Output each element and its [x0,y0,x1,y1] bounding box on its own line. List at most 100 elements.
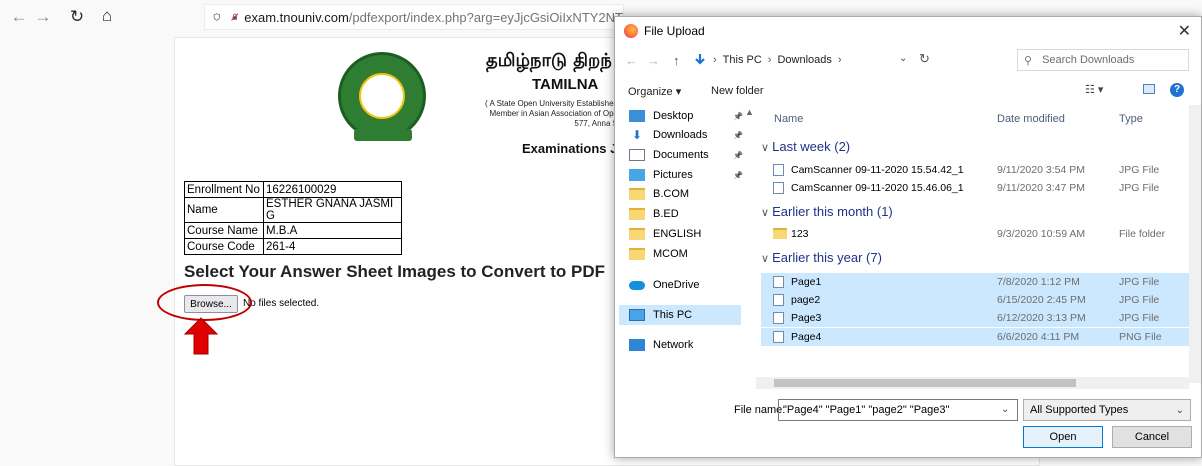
file-group-label: Earlier this month (1) [772,204,893,219]
file-date: 9/11/2020 3:54 PM [997,164,1085,176]
nav-item-label: OneDrive [653,279,700,291]
nav-item-downloads[interactable]: ⬇ Downloads 📌 [619,125,743,145]
desktop-icon [629,110,645,122]
chevron-down-icon[interactable]: ⌄ [1001,404,1009,415]
nav-item-network[interactable]: Network [619,335,741,355]
info-row: Name ESTHER GNANA JASMI G [184,197,402,223]
file-group-header[interactable]: ∨ Last week (2) [761,139,850,154]
column-header-name[interactable]: Name [774,113,803,125]
up-icon[interactable]: ↑ [673,53,680,68]
nav-item-label: MCOM [653,248,688,260]
back-icon[interactable]: ← [8,6,30,28]
info-value: 16226100029 [263,181,402,198]
organize-button[interactable]: Organize ▾ [628,85,681,98]
nav-item-label: Desktop [653,110,694,122]
onedrive-icon [629,280,645,290]
reload-icon[interactable]: ↻ [66,6,88,28]
refresh-icon[interactable]: ↻ [919,51,930,67]
university-name-english: TAMILNA [532,76,599,93]
home-icon[interactable]: ⌂ [96,5,118,27]
file-row[interactable]: Page4 6/6/2020 4:11 PM PNG File [761,328,1191,346]
chevron-down-icon: ∨ [761,207,773,219]
vertical-scrollbar[interactable] [1189,105,1201,383]
file-name: CamScanner 09-11-2020 15.54.42_1 [791,164,964,176]
image-file-icon [773,276,784,288]
file-row[interactable]: CamScanner 09-11-2020 15.46.06_1 9/11/202… [761,179,1191,197]
file-date: 7/8/2020 1:12 PM [997,276,1080,288]
image-file-icon [773,294,784,306]
nav-item-onedrive[interactable]: OneDrive [619,275,741,295]
university-subtitle: ( A State Open University Established Me… [440,99,618,129]
url-path: /pdfexport/index.php?arg=eyJjcGsiOiIxNTY… [348,9,623,25]
nav-item-desktop[interactable]: Desktop 📌 [619,106,743,126]
open-button[interactable]: Open [1023,426,1103,448]
info-value: ESTHER GNANA JASMI G [263,197,402,223]
file-type-value: All Supported Types [1030,404,1129,416]
column-header-type[interactable]: Type [1119,113,1143,125]
close-icon[interactable]: ✕ [1178,21,1191,41]
horizontal-scrollbar[interactable] [756,377,1189,389]
file-group-label: Last week (2) [772,139,851,154]
chevron-down-icon[interactable]: ⌄ [899,53,907,64]
new-folder-button[interactable]: New folder [711,85,764,97]
file-row[interactable]: CamScanner 09-11-2020 15.54.42_1 9/11/202… [761,161,1191,179]
file-row[interactable]: Page1 7/8/2020 1:12 PM JPG File [761,273,1191,291]
exam-title: Examinations J [522,141,618,156]
nav-item-mcom[interactable]: MCOM [619,244,741,264]
university-name-tamil: தமிழ்நாடு திறந் [486,50,612,71]
nav-item-b-com[interactable]: B.COM [619,184,741,204]
file-row[interactable]: page2 6/15/2020 2:45 PM JPG File [761,291,1191,309]
back-icon[interactable]: ← [625,53,638,68]
view-options-icon[interactable]: ☷ ▾ [1085,83,1103,96]
file-name: 123 [791,228,809,240]
file-type: JPG File [1119,164,1160,176]
scroll-up-icon[interactable]: ▲ [745,107,754,117]
preview-pane-icon[interactable] [1143,84,1155,94]
file-type: PNG File [1119,331,1162,343]
pin-icon: 📌 [733,170,743,180]
url-bar[interactable]: exam.tnouniv.com/pdfexport/index.php?arg… [204,4,624,30]
folder-icon [629,188,645,200]
image-file-icon [773,331,784,343]
info-key: Course Code [184,238,264,255]
nav-item-pictures[interactable]: Pictures 📌 [619,165,743,185]
file-name-input[interactable]: "Page4" "Page1" "page2" "Page3" [778,399,1018,421]
help-icon[interactable]: ? [1170,83,1184,97]
file-group-label: Earlier this year (7) [772,250,882,265]
info-key: Enrollment No [184,181,264,198]
nav-item-label: ENGLISH [653,228,702,240]
file-name: page2 [791,294,821,306]
nav-item-this-pc[interactable]: This PC [619,305,741,325]
nav-item-documents[interactable]: Documents 📌 [619,145,743,165]
breadcrumb-this-pc[interactable]: This PC [723,54,762,66]
file-type-select[interactable]: All Supported Types ⌄ [1023,399,1191,421]
file-row[interactable]: 123 9/3/2020 10:59 AM File folder [761,225,1191,243]
column-header-date[interactable]: Date modified [997,113,1065,125]
nav-item-b-ed[interactable]: B.ED [619,204,741,224]
file-date: 6/12/2020 3:13 PM [997,312,1086,324]
student-info-table: Enrollment No 16226100029 Name ESTHER GNANA… [184,181,402,255]
forward-icon[interactable]: → [647,53,660,68]
shield-icon [213,13,220,21]
folder-icon [629,248,645,260]
pin-icon: 📌 [733,150,743,160]
breadcrumb-downloads[interactable]: Downloads [777,54,831,66]
file-date: 9/11/2020 3:47 PM [997,182,1085,194]
file-group-header[interactable]: ∨ Earlier this month (1) [761,204,893,219]
file-type: JPG File [1119,294,1160,306]
forward-icon[interactable]: → [32,6,54,28]
search-input[interactable]: ⚲ Search Downloads [1017,49,1189,71]
pc-icon [629,309,645,321]
nav-item-english[interactable]: ENGLISH [619,224,741,244]
folder-icon [773,228,787,239]
address-bar[interactable]: › This PC › Downloads › [693,49,859,71]
cancel-button[interactable]: Cancel [1112,426,1192,448]
file-date: 9/3/2020 10:59 AM [997,228,1086,240]
file-row[interactable]: Page3 6/12/2020 3:13 PM JPG File [761,309,1191,327]
address-row: ← → ↑ › This PC › Downloads › ⌄ ↻ ⚲ Sear… [615,47,1201,75]
file-group-header[interactable]: ∨ Earlier this year (7) [761,250,882,265]
down-icon: ⬇ [631,128,643,142]
search-placeholder: Search Downloads [1042,54,1135,66]
annotation-arrow-icon [184,317,218,355]
chevron-down-icon: ∨ [761,253,773,265]
